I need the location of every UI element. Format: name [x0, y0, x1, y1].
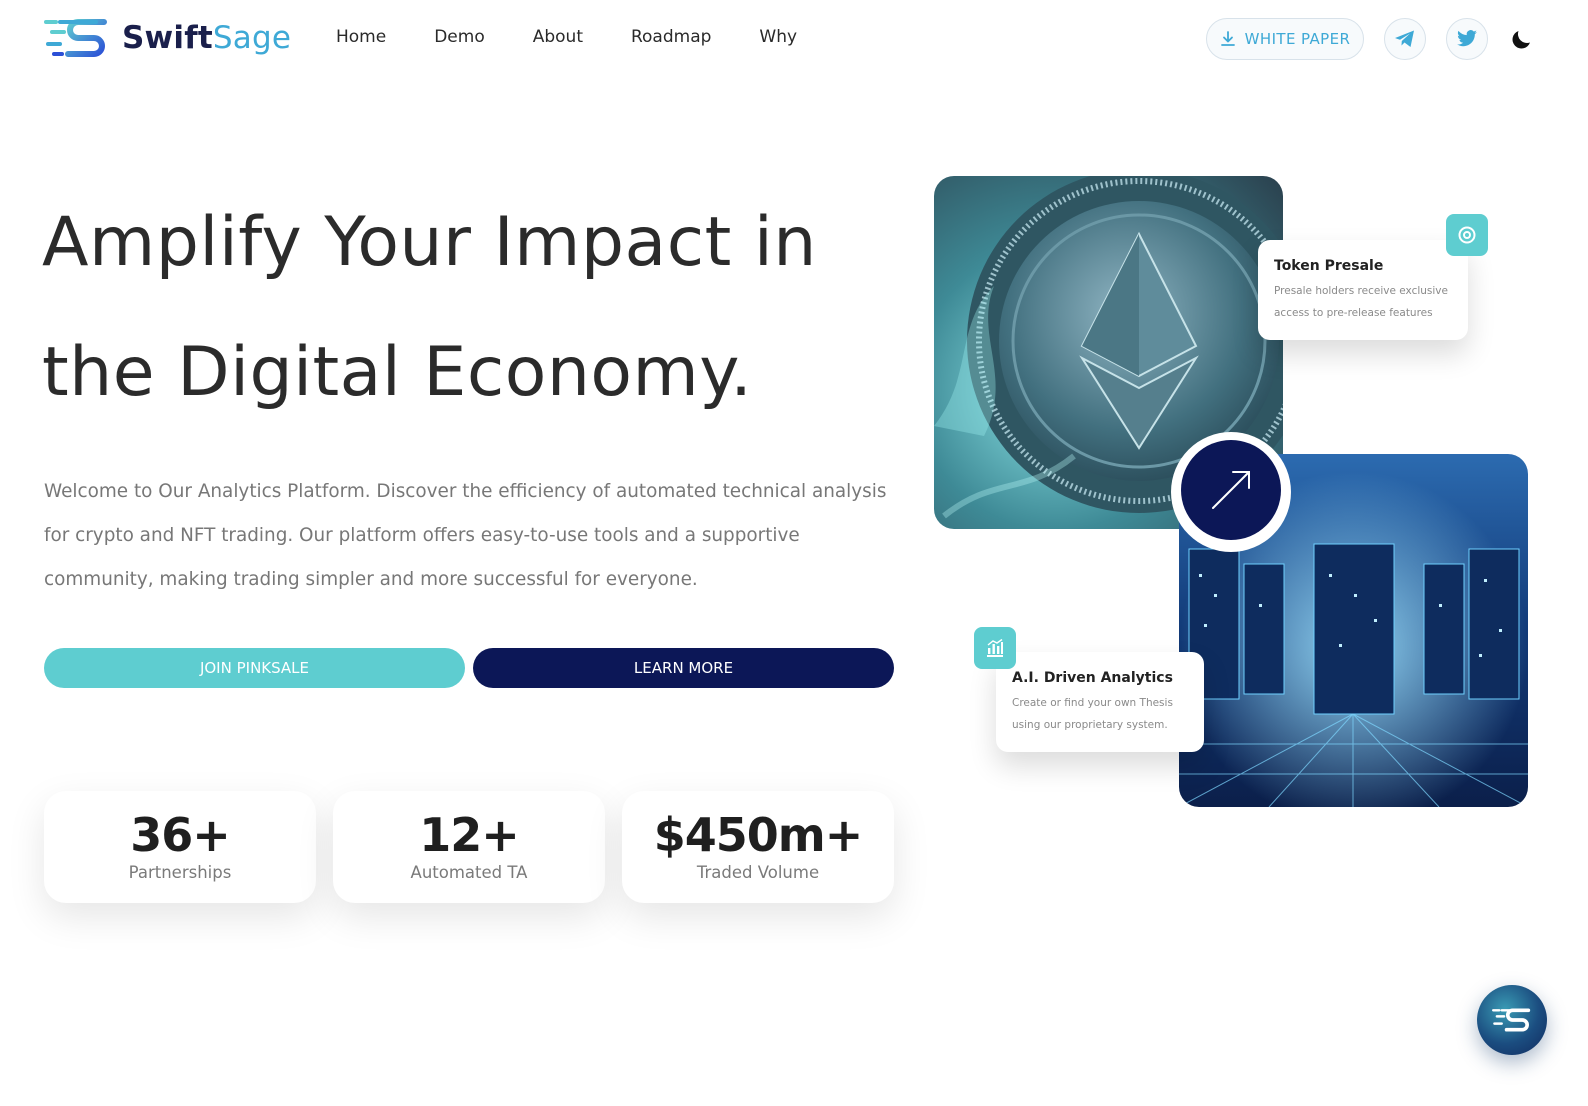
moon-icon[interactable]: [1510, 27, 1534, 51]
hero-title: Amplify Your Impact in the Digital Econo…: [42, 178, 922, 438]
download-icon: [1220, 31, 1235, 46]
telegram-button[interactable]: [1384, 18, 1426, 60]
nav-why[interactable]: Why: [759, 27, 797, 47]
floating-logo-button[interactable]: [1477, 985, 1547, 1055]
nav-roadmap[interactable]: Roadmap: [631, 27, 711, 47]
logo-mark-icon: [44, 19, 107, 57]
stat-value: $450m+: [653, 808, 864, 862]
nav-about[interactable]: About: [533, 27, 583, 47]
hero-description: Welcome to Our Analytics Platform. Disco…: [44, 481, 887, 590]
card-title: A.I. Driven Analytics: [1012, 670, 1173, 686]
white-paper-label: WHITE PAPER: [1244, 30, 1351, 48]
arrow-button[interactable]: [1181, 440, 1281, 540]
join-pinksale-button[interactable]: JOIN PINKSALE: [44, 648, 465, 688]
stat-card-partnerships: 36+ Partnerships: [44, 791, 316, 903]
target-badge: [1446, 214, 1488, 256]
logo[interactable]: SwiftSage: [44, 16, 291, 60]
logo-text-sage: Sage: [212, 20, 292, 56]
ai-analytics-card: A.I. Driven Analytics Create or find you…: [996, 652, 1204, 752]
target-icon: [1458, 226, 1476, 244]
hero-title-line1: Amplify Your Impact in: [42, 203, 817, 282]
stat-value: 36+: [130, 808, 231, 862]
landing-page: SwiftSage Home Demo About Roadmap Why WH…: [0, 0, 1588, 1106]
stat-card-automated-ta: 12+ Automated TA: [333, 791, 605, 903]
logo-mark-icon: [1492, 1008, 1531, 1032]
card-description: Presale holders receive exclusive access…: [1274, 285, 1448, 319]
chart-badge: [974, 627, 1016, 669]
header-actions: WHITE PAPER: [1206, 18, 1534, 60]
token-presale-card: Token Presale Presale holders receive ex…: [1258, 240, 1468, 340]
telegram-icon: [1395, 30, 1414, 47]
learn-more-button[interactable]: LEARN MORE: [473, 648, 894, 688]
white-paper-button[interactable]: WHITE PAPER: [1206, 18, 1364, 60]
logo-text-swift: Swift: [122, 20, 213, 56]
bar-chart-icon: [987, 638, 1003, 657]
twitter-icon: [1457, 30, 1477, 47]
hero-title-line2: the Digital Economy.: [42, 333, 753, 412]
twitter-button[interactable]: [1446, 18, 1488, 60]
stat-value: 12+: [419, 808, 520, 862]
logo-text: SwiftSage: [122, 20, 291, 56]
card-title: Token Presale: [1274, 258, 1384, 274]
stat-card-traded-volume: $450m+ Traded Volume: [622, 791, 894, 903]
arrow-up-right-icon: [1212, 471, 1250, 509]
card-description: Create or find your own Thesis using our…: [1012, 697, 1173, 731]
nav-home[interactable]: Home: [336, 27, 386, 47]
stat-label: Partnerships: [128, 863, 232, 882]
nav-demo[interactable]: Demo: [434, 27, 485, 47]
stat-label: Automated TA: [410, 863, 528, 882]
stat-label: Traded Volume: [696, 863, 820, 882]
main-nav: Home Demo About Roadmap Why: [336, 27, 845, 47]
